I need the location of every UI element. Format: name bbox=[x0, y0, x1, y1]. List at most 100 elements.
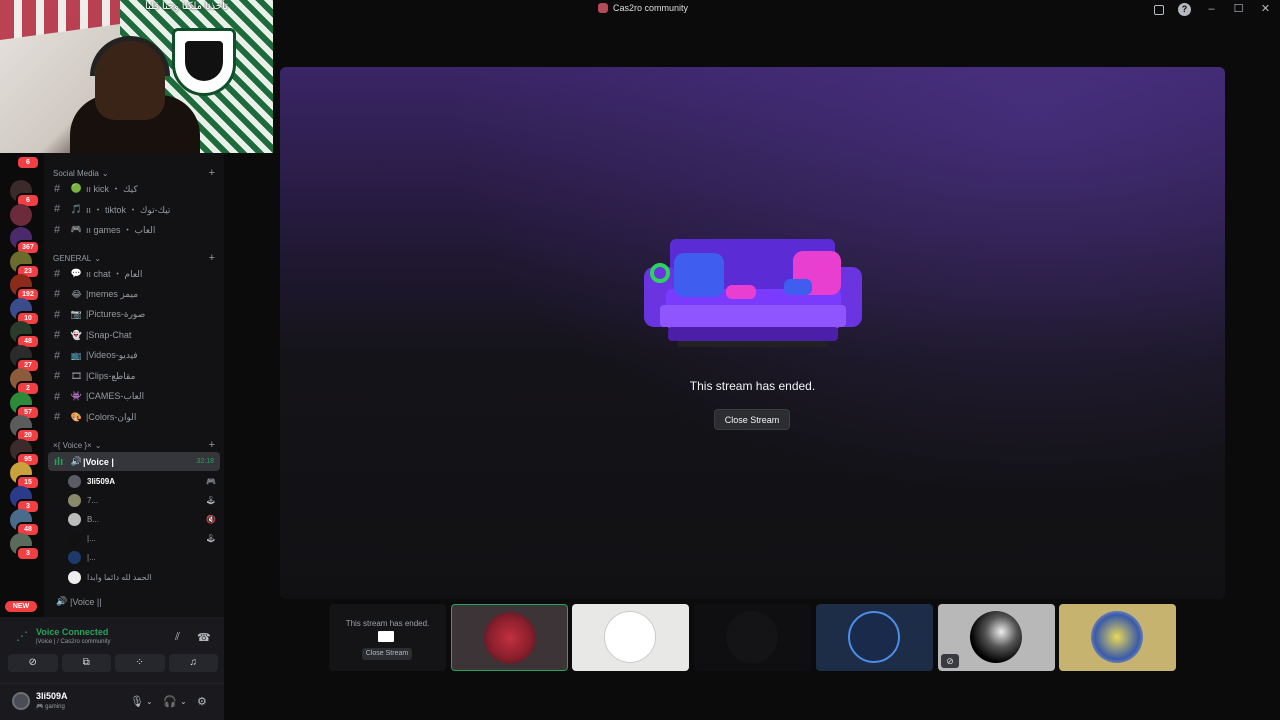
voice-user-name: الحمد لله دائما وابدا bbox=[87, 572, 152, 582]
decor-banner bbox=[0, 0, 120, 40]
voice-location[interactable]: |Voice | / Cas2ro community bbox=[36, 639, 110, 645]
headphones-icon[interactable]: 🎧 bbox=[163, 695, 177, 708]
tile-close-stream-button[interactable]: Close Stream bbox=[362, 648, 412, 660]
voice-user-name: 3li509A bbox=[87, 476, 116, 486]
voice-channel-2[interactable]: 🔊 |Voice || bbox=[48, 592, 220, 611]
hash-icon: # bbox=[54, 223, 61, 236]
voice-channel-active[interactable]: ılı 🔊 |Voice | 32:18 bbox=[48, 452, 220, 471]
channel-emoji: 🎵 bbox=[70, 203, 83, 214]
signal-icon[interactable]: ⋰ bbox=[16, 630, 28, 642]
participant-tile[interactable] bbox=[816, 604, 933, 671]
chevron-down-icon: ⌄ bbox=[94, 440, 102, 450]
close-icon[interactable]: ✕ bbox=[1259, 3, 1272, 16]
screen-icon bbox=[378, 631, 394, 642]
participant-tile[interactable] bbox=[451, 604, 568, 671]
tile-ended-message: This stream has ended. bbox=[345, 619, 430, 628]
channel-emoji: 🟢 bbox=[70, 183, 83, 193]
voice-user[interactable]: 7... 🕹 bbox=[68, 491, 220, 509]
channel-item[interactable]: # 🎨 |Colors-الوان bbox=[48, 408, 220, 427]
category-social[interactable]: Social Media ⌄ + bbox=[53, 167, 215, 179]
voice-user-status-icon: 🕹 bbox=[205, 495, 216, 505]
voice-user[interactable]: |... 🕹 bbox=[68, 530, 220, 548]
voice-activity-icon: ılı bbox=[54, 455, 64, 468]
channel-item[interactable]: # 😂 |memes ميمز bbox=[48, 285, 220, 304]
channel-emoji: 🎮 bbox=[70, 224, 83, 234]
hash-icon: # bbox=[54, 267, 61, 280]
close-stream-button[interactable]: Close Stream bbox=[714, 409, 790, 430]
voice-user-name: B... bbox=[87, 514, 100, 524]
avatar bbox=[68, 512, 81, 526]
server-icon[interactable] bbox=[10, 203, 32, 226]
voice-user[interactable]: B... 🔇 bbox=[68, 510, 220, 528]
channel-emoji: 🎞 bbox=[70, 370, 83, 381]
avatar bbox=[68, 551, 81, 565]
microphone-icon[interactable]: 🎙 bbox=[130, 695, 144, 708]
channel-item[interactable]: # 💬 ıı chat ・ العام bbox=[48, 264, 220, 283]
chevron-down-icon[interactable]: ⌄ bbox=[180, 697, 187, 706]
avatar bbox=[604, 611, 656, 663]
participant-tile[interactable]: ⊘ bbox=[938, 604, 1055, 671]
hash-icon: # bbox=[54, 370, 61, 382]
stream-tile-ended[interactable]: This stream has ended. Close Stream bbox=[329, 604, 446, 671]
avatar bbox=[484, 612, 536, 664]
avatar[interactable] bbox=[12, 692, 30, 710]
minimize-icon[interactable]: – bbox=[1205, 3, 1218, 16]
channel-item[interactable]: # 👻 |Snap-Chat bbox=[48, 326, 220, 345]
username[interactable]: 3li509A bbox=[36, 691, 68, 701]
noise-suppression-icon[interactable]: ⫽ bbox=[175, 631, 180, 644]
help-icon[interactable]: ? bbox=[1178, 3, 1191, 16]
channel-label: |Videos-فيديو bbox=[86, 350, 138, 360]
channel-emoji: 📷 bbox=[70, 309, 83, 319]
voice-user[interactable]: 3li509A 🎮 bbox=[68, 472, 220, 490]
add-channel-icon[interactable]: + bbox=[209, 439, 215, 451]
voice-status[interactable]: Voice Connected bbox=[36, 627, 108, 637]
channel-emoji: 📺 bbox=[70, 350, 83, 360]
channel-sidebar: Social Media ⌄ + # 🟢 ıı kick ・ كيك # 🎵 ıı ・ t… bbox=[44, 153, 224, 617]
channel-emoji: 👻 bbox=[70, 329, 83, 340]
participant-tile[interactable] bbox=[572, 604, 689, 671]
hash-icon: # bbox=[54, 182, 61, 195]
channel-item[interactable]: # 🟢 ıı kick ・ كيك bbox=[48, 179, 220, 198]
maximize-icon[interactable]: ☐ bbox=[1232, 3, 1245, 16]
chevron-down-icon[interactable]: ⌄ bbox=[146, 697, 153, 706]
club-crest bbox=[172, 28, 236, 96]
channel-label: |memes ميمز bbox=[86, 288, 139, 299]
channel-item[interactable]: # 🎞 |Clips-مقاطع bbox=[48, 367, 220, 386]
disconnect-icon[interactable]: ☎ bbox=[197, 631, 211, 644]
avatar bbox=[1091, 611, 1143, 663]
settings-gear-icon[interactable]: ⚙ bbox=[197, 695, 207, 708]
channel-item[interactable]: # 🎮 ıı games ・ العاب bbox=[48, 220, 220, 239]
category-general[interactable]: GENERAL ⌄ + bbox=[53, 252, 215, 264]
hash-icon: # bbox=[54, 390, 61, 403]
voice-user[interactable]: |... bbox=[68, 549, 220, 567]
hash-icon: # bbox=[54, 308, 61, 321]
channel-item[interactable]: # 👾 |CAMES-العاب bbox=[48, 387, 220, 406]
muted-icon: ⊘ bbox=[941, 654, 959, 668]
avatar bbox=[68, 532, 81, 546]
soundboard-button[interactable]: ♫ bbox=[168, 654, 218, 672]
camera-toggle-button[interactable]: ⊘ bbox=[8, 654, 58, 672]
user-status: 🎮 gaming bbox=[36, 704, 65, 710]
inbox-icon[interactable] bbox=[1154, 4, 1164, 15]
chevron-down-icon: ⌄ bbox=[101, 168, 109, 178]
channel-label: |Colors-الوان bbox=[86, 411, 137, 422]
channel-item[interactable]: # 📺 |Videos-فيديو bbox=[48, 346, 220, 365]
voice-user-name: |... bbox=[87, 534, 96, 544]
channel-label: |Snap-Chat bbox=[86, 330, 132, 340]
hash-icon: # bbox=[54, 288, 61, 300]
server-mention-badge: 3 bbox=[16, 545, 40, 561]
add-channel-icon[interactable]: + bbox=[209, 167, 215, 179]
channel-item[interactable]: # 🎵 ıı ・ tiktok ・ تيك-توك bbox=[48, 200, 220, 219]
channel-item[interactable]: # 📷 |Pictures-صورة bbox=[48, 305, 220, 324]
stream-stage: This stream has ended. Close Stream bbox=[280, 67, 1225, 599]
activities-button[interactable]: ⁘ bbox=[115, 654, 165, 672]
add-channel-icon[interactable]: + bbox=[209, 252, 215, 264]
hash-icon: # bbox=[54, 411, 61, 423]
avatar bbox=[726, 611, 778, 663]
category-voice[interactable]: ×{ Voice }× ⌄ + bbox=[53, 439, 215, 451]
voice-user[interactable]: الحمد لله دائما وابدا bbox=[68, 568, 220, 586]
participant-tile[interactable] bbox=[694, 604, 811, 671]
participant-tile[interactable] bbox=[1059, 604, 1176, 671]
share-screen-button[interactable]: ⧉ bbox=[61, 654, 111, 672]
channel-emoji: 😂 bbox=[71, 288, 82, 299]
